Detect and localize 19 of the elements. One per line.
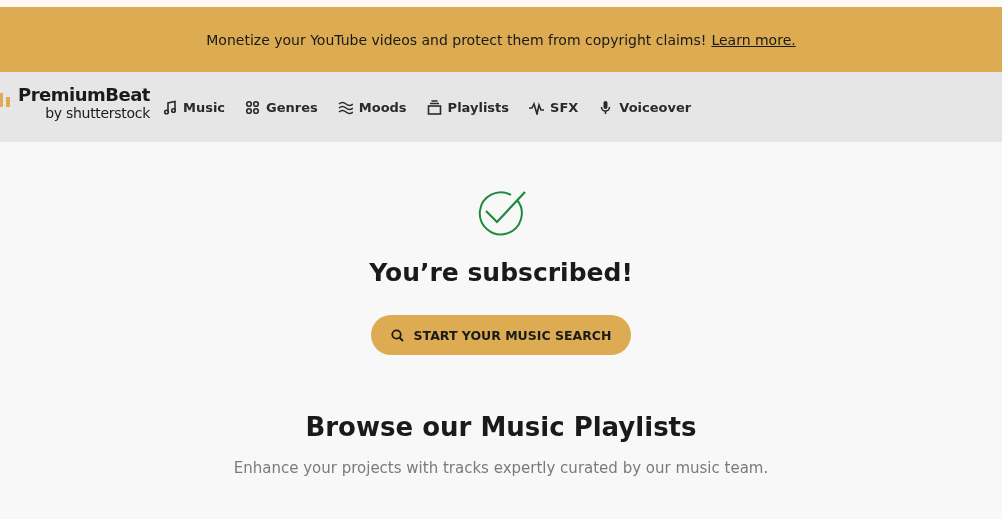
subscribed-heading: You’re subscribed! [369, 257, 633, 289]
nav-link[interactable]: SFX [529, 99, 579, 115]
learn-more-link[interactable]: Learn more. [711, 31, 796, 48]
search-icon [390, 328, 404, 342]
playlists-heading: Browse our Music Playlists [305, 411, 697, 443]
stack-icon [426, 99, 442, 115]
waves-icon [337, 99, 353, 115]
nav-link[interactable]: Voiceover [598, 99, 692, 115]
nav-link[interactable]: Genres [245, 99, 318, 115]
grid-icon [245, 99, 261, 115]
nav-link[interactable]: Music [161, 99, 226, 115]
music-note-icon [161, 99, 177, 115]
logo-byline[interactable]: by shutterstock [45, 105, 150, 121]
logo-name[interactable]: PremiumBeat [18, 85, 150, 105]
nav-link[interactable]: Playlists [426, 99, 510, 115]
nav-link[interactable]: Moods [337, 99, 407, 115]
start-search-button[interactable]: START YOUR MUSIC SEARCH [370, 315, 632, 355]
playlists-subtitle: Enhance your projects with tracks expertly curated by our music team. [233, 459, 769, 477]
banner-message: Monetize your YouTube videos and protect them from copyright claims! [206, 31, 707, 48]
